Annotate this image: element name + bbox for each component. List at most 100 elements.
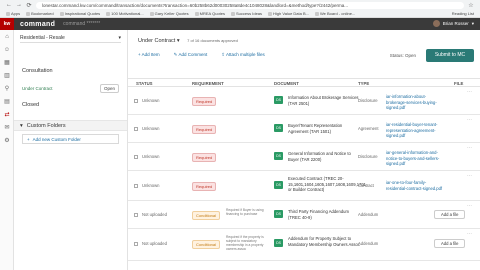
back-icon[interactable]: ←	[6, 2, 12, 8]
bookmark-8[interactable]: We Board - online...	[314, 11, 355, 16]
add-item-button[interactable]: + Add Item	[138, 52, 160, 58]
open-status-badge: Open	[99, 84, 119, 93]
add-custom-folder-button[interactable]: + Add new Custom Folder	[22, 134, 119, 144]
more-icon[interactable]: ⋯	[467, 145, 472, 151]
col-status[interactable]: STATUS	[136, 81, 153, 86]
requirement-badge: Required	[192, 153, 217, 162]
col-requirement[interactable]: REQUIREMENT	[192, 81, 224, 86]
bookmark-7[interactable]: High Value Data B...	[268, 11, 309, 16]
document-title[interactable]: Executed Contract (TREC 20-15,1601,1604,…	[288, 176, 366, 193]
mail-icon[interactable]: ✉	[0, 121, 14, 134]
breadcrumb: command *******	[63, 21, 101, 27]
requirement-badge: Conditional	[192, 240, 221, 249]
table-row[interactable]: Unknown Required DS Executed Contract (T…	[128, 171, 480, 201]
row-checkbox[interactable]	[134, 184, 138, 188]
more-icon[interactable]: ⋯	[467, 89, 472, 95]
document-type-icon: DS	[274, 124, 283, 132]
document-title[interactable]: Addendum for Property Subject to Mandato…	[288, 236, 360, 247]
section-under-contract[interactable]: Under Contract	[22, 86, 53, 91]
bookmark-4[interactable]: Gary Keller Quotes	[149, 11, 189, 16]
document-title[interactable]: Information About Brokerage Services (TA…	[288, 95, 360, 106]
more-icon[interactable]: ⋯	[467, 203, 472, 209]
chart-icon[interactable]: ▥	[0, 69, 14, 82]
document-title[interactable]: General Information and Notice to Buyer …	[288, 151, 360, 162]
row-checkbox[interactable]	[134, 127, 138, 131]
document-icon[interactable]: ▤	[0, 95, 14, 108]
document-type-icon: DS	[274, 96, 283, 104]
table-row[interactable]: Unknown Required DS Information About Br…	[128, 87, 480, 115]
forward-icon[interactable]: →	[16, 2, 22, 8]
attach-files-button[interactable]: ⇪ Attach multiple files	[221, 52, 265, 58]
row-checkbox[interactable]	[134, 213, 138, 217]
requirement-note: Required if Buyer is using financing to …	[226, 208, 264, 216]
col-type[interactable]: TYPE	[358, 81, 369, 86]
file-link[interactable]: iar-general-information-and-notice-to-bu…	[386, 150, 446, 167]
bookmark-2[interactable]: Inspirational Quotes	[59, 11, 100, 16]
kw-logo[interactable]: kw	[0, 18, 14, 30]
row-checkbox[interactable]	[134, 242, 138, 246]
document-type-icon: DS	[274, 210, 283, 218]
file-link[interactable]: iar-one-to-four-family-residential-contr…	[386, 180, 446, 191]
table-row[interactable]: Unknown Required DS Buyer/Tenant Represe…	[128, 115, 480, 143]
document-type-icon: DS	[274, 181, 283, 189]
more-icon[interactable]: ⋯	[467, 231, 472, 237]
calendar-icon[interactable]: ▦	[0, 56, 14, 69]
caret-down-icon: ▾	[20, 122, 23, 129]
row-status: Not uploaded	[142, 241, 167, 246]
row-status: Unknown	[142, 98, 160, 103]
toolbar: + Add Item ✎ Add Comment ⇪ Attach multip…	[138, 52, 265, 58]
add-file-button[interactable]: Add a file	[434, 210, 466, 219]
document-title[interactable]: Third Party Financing Addendum (TREC 40-…	[288, 209, 360, 220]
more-icon[interactable]: ⋯	[467, 117, 472, 123]
requirement-badge: Conditional	[192, 211, 221, 220]
bookmark-apps[interactable]: Apps	[6, 11, 20, 16]
col-document[interactable]: DOCUMENT	[274, 81, 299, 86]
user-name: Brian Rosser	[442, 21, 469, 26]
user-menu[interactable]: Brian Rosser ▾	[432, 20, 474, 27]
table-row[interactable]: Not uploaded Conditional Required if the…	[128, 229, 480, 261]
table-row[interactable]: Unknown Required DS General Information …	[128, 143, 480, 171]
add-comment-button[interactable]: ✎ Add Comment	[174, 52, 208, 58]
section-closed[interactable]: Closed	[22, 102, 39, 108]
chevron-down-icon: ▾	[118, 35, 121, 41]
requirement-badge: Required	[192, 97, 217, 106]
checklist-main: Under Contract ▾ 7 of 16 documents appro…	[128, 30, 480, 270]
file-link[interactable]: iar-residential-buyer-tenant-representat…	[386, 122, 446, 139]
requirement-badge: Required	[192, 125, 217, 134]
pin-icon[interactable]: ⚲	[0, 82, 14, 95]
document-title[interactable]: Buyer/Tenant Representation Agreement (T…	[288, 123, 360, 134]
bookmark-3[interactable]: 100 Motivational...	[106, 11, 144, 16]
gear-icon[interactable]: ⚙	[0, 134, 14, 147]
file-link[interactable]: iar-information-about-brokerage-services…	[386, 94, 446, 111]
document-type-icon: DS	[274, 152, 283, 160]
row-checkbox[interactable]	[134, 155, 138, 159]
custom-folders-header[interactable]: ▾ Custom Folders	[14, 120, 127, 131]
reading-list[interactable]: Reading List	[452, 11, 474, 16]
row-status: Unknown	[142, 183, 160, 188]
row-checkbox[interactable]	[134, 99, 138, 103]
chevron-down-icon[interactable]: ▾	[177, 38, 180, 44]
address-bar[interactable]: lonestar.command.kw.com/command/transact…	[36, 1, 464, 9]
row-status: Not uploaded	[142, 212, 167, 217]
bookmark-1[interactable]: Bookmarked	[26, 11, 54, 16]
people-icon[interactable]: ☺	[0, 43, 14, 56]
col-file[interactable]: FILE	[454, 81, 463, 86]
bookmark-6[interactable]: Success Ideas	[231, 11, 262, 16]
document-type: Addendum	[358, 241, 379, 246]
home-icon[interactable]: ⌂	[0, 30, 14, 43]
transaction-icon[interactable]: ⇄	[0, 108, 14, 121]
star-icon[interactable]: ☆	[468, 2, 474, 9]
table-row[interactable]: Not uploaded Conditional Required if Buy…	[128, 201, 480, 229]
add-file-button[interactable]: Add a file	[434, 239, 466, 248]
requirement-badge: Required	[192, 182, 217, 191]
reload-icon[interactable]: ⟳	[26, 2, 32, 9]
bookmark-5[interactable]: MREA Quotes	[194, 11, 225, 16]
more-icon[interactable]: ⋯	[467, 173, 472, 179]
chevron-down-icon: ▾	[471, 20, 474, 26]
submit-button[interactable]: Submit to MC	[426, 49, 474, 62]
checklist-select-value: Residential - Resale	[20, 35, 65, 41]
document-type: Contract	[358, 183, 374, 188]
bookmarks-bar: Apps Bookmarked Inspirational Quotes 100…	[0, 10, 480, 17]
checklist-select[interactable]: Residential - Resale ▾	[20, 34, 121, 43]
section-consultation[interactable]: Consultation	[22, 68, 53, 74]
